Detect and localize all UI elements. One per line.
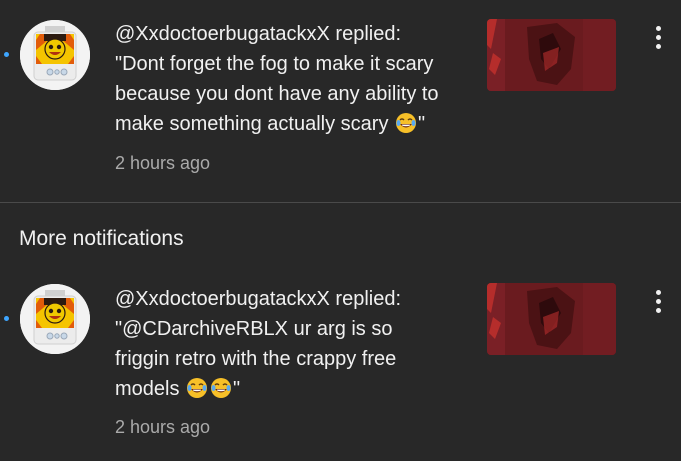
timestamp: 2 hours ago — [115, 417, 211, 437]
avatar[interactable] — [20, 284, 90, 354]
video-thumbnail[interactable] — [487, 283, 616, 355]
section-heading: More notifications — [19, 227, 184, 250]
message-line: make something actually scary — [115, 113, 389, 135]
message-line: "@CDarchiveRBLX ur arg is so — [115, 318, 393, 340]
notification-item[interactable]: @XxdoctoerbugatackxX replied: "Dont forg… — [0, 0, 681, 200]
face-with-tears-of-joy-icon — [396, 113, 417, 133]
notification-item[interactable]: @XxdoctoerbugatackxX replied: "@CDarchiv… — [0, 265, 681, 461]
notification-message[interactable]: @XxdoctoerbugatackxX replied: "Dont forg… — [115, 19, 475, 139]
message-line: @XxdoctoerbugatackxX replied: — [115, 23, 402, 45]
more-vert-icon — [655, 289, 661, 295]
timestamp: 2 hours ago — [115, 153, 211, 173]
divider — [0, 202, 681, 203]
more-vert-icon — [655, 25, 661, 31]
unread-indicator — [4, 316, 9, 321]
unread-indicator — [4, 52, 9, 57]
video-thumbnail[interactable] — [487, 19, 616, 91]
message-line: @XxdoctoerbugatackxX replied: — [115, 288, 402, 310]
message-line: "Dont forget the fog to make it scary — [115, 53, 434, 75]
avatar[interactable] — [20, 20, 90, 90]
notification-message[interactable]: @XxdoctoerbugatackxX replied: "@CDarchiv… — [115, 284, 475, 404]
message-line: friggin retro with the crappy free — [115, 348, 397, 370]
more-options-button[interactable] — [646, 22, 670, 52]
face-with-tears-of-joy-icon — [187, 378, 208, 398]
closing-quote: " — [233, 378, 241, 400]
message-line: models — [115, 378, 180, 400]
message-line: because you dont have any ability to — [115, 83, 439, 105]
more-options-button[interactable] — [646, 286, 670, 316]
closing-quote: " — [418, 113, 426, 135]
face-with-tears-of-joy-icon — [211, 378, 232, 398]
